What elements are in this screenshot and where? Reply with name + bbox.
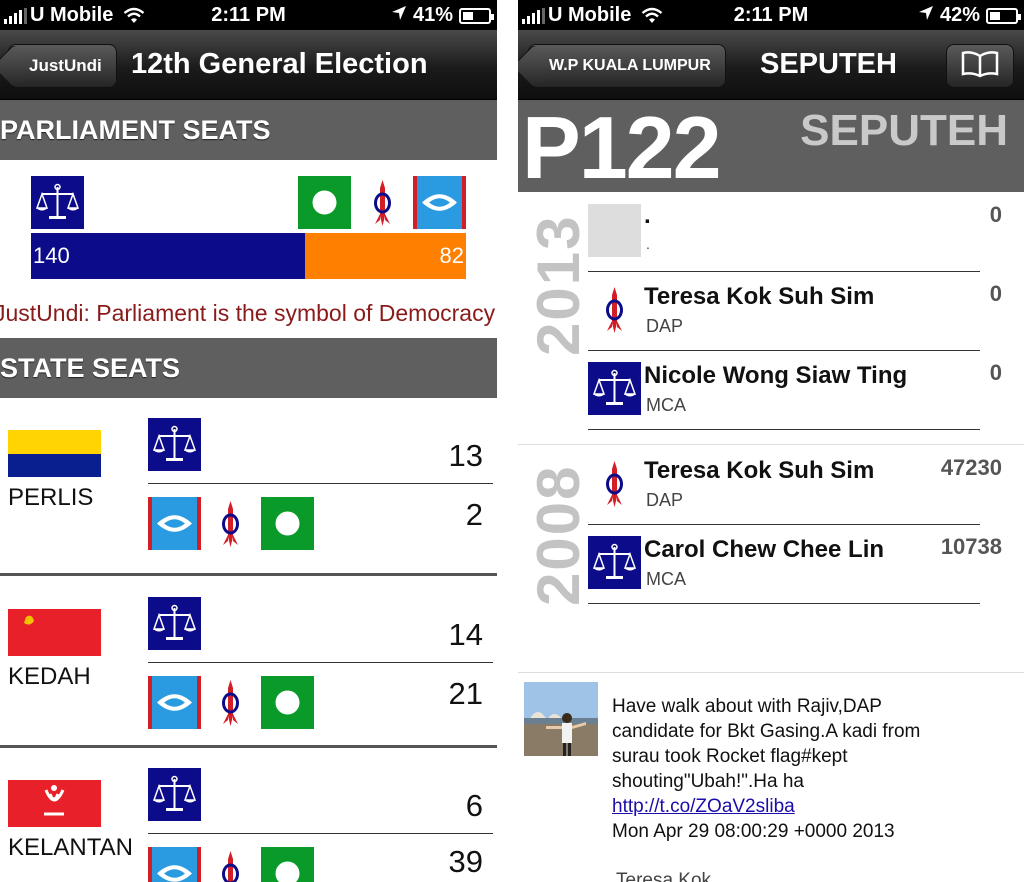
left-screen: U Mobile 2:11 PM 41% JustUndi 12th Gener… — [0, 0, 497, 882]
dap-rocket-icon — [588, 457, 641, 510]
candidate-name: Teresa Kok Suh Sim — [644, 457, 875, 484]
book-icon — [960, 50, 1000, 83]
pkr-eye-icon — [148, 497, 201, 550]
dap-rocket-icon — [204, 847, 257, 882]
news-ticker: JustUndi: Parliament is the symbol of De… — [0, 300, 496, 326]
candidate-row[interactable]: Teresa Kok Suh Sim DAP 0 — [588, 271, 1002, 351]
seat-header: P122 SEPUTEH — [518, 98, 1024, 197]
year-label: 2008 — [525, 464, 592, 606]
candidate-party: . — [646, 236, 650, 252]
bn-scales-icon — [588, 536, 641, 589]
candidate-party: DAP — [646, 316, 684, 336]
nav-bar: W.P KUALA LUMPUR SEPUTEH — [518, 30, 1024, 100]
bn-seats-bar: 140 — [31, 233, 306, 279]
pr-seat-count: 2 — [465, 497, 483, 532]
candidate-party: DAP — [646, 490, 684, 510]
dap-rocket-icon — [588, 283, 641, 336]
bn-scales-icon — [31, 176, 84, 229]
pas-moon-icon — [261, 847, 314, 882]
dap-rocket-icon — [204, 497, 257, 550]
candidate-votes: 10738 — [940, 534, 1002, 559]
bn-seat-count: 6 — [465, 788, 483, 823]
candidate-row[interactable]: . . 0 — [588, 192, 1002, 272]
state-row-kelantan[interactable]: KELANTAN 6 39 — [0, 750, 497, 882]
state-row-kedah[interactable]: KEDAH 14 21 — [0, 579, 497, 749]
candidate-party: MCA — [646, 395, 686, 415]
kedah-flag — [8, 609, 101, 656]
state-row-perlis[interactable]: PERLIS 13 2 — [0, 400, 497, 570]
seat-code: P122 — [522, 98, 722, 197]
tweet-author: Teresa Kok — [616, 870, 712, 882]
bn-seat-count: 14 — [448, 617, 483, 652]
location-arrow-icon — [391, 4, 407, 27]
candidate-row[interactable]: Carol Chew Chee Lin MCA 10738 — [588, 524, 1002, 604]
kelantan-flag — [8, 780, 101, 827]
pas-moon-icon — [261, 676, 314, 729]
status-bar: U Mobile 2:11 PM 42% — [518, 0, 1024, 30]
candidate-votes: 0 — [989, 281, 1002, 306]
pr-seat-count: 39 — [448, 844, 483, 879]
pas-moon-icon — [261, 497, 314, 550]
state-name: PERLIS — [8, 484, 94, 511]
bn-scales-icon — [148, 418, 201, 471]
pkr-eye-icon — [413, 176, 466, 229]
candidate-name: Carol Chew Chee Lin — [644, 536, 885, 563]
seat-name: SEPUTEH — [800, 106, 1008, 155]
candidate-votes: 0 — [989, 202, 1002, 227]
pr-seat-count: 21 — [448, 676, 483, 711]
battery-icon — [986, 7, 1021, 24]
book-button[interactable] — [946, 44, 1014, 88]
tweet-line: candidate for Bkt Gasing.A kadi from — [612, 721, 921, 742]
tweet-avatar[interactable] — [524, 682, 598, 756]
pas-moon-icon — [298, 176, 351, 229]
bn-scales-icon — [148, 597, 201, 650]
tweet-line: shouting"Ubah!".Ha ha — [612, 771, 805, 792]
tweet-body: Have walk about with Rajiv,DAP candidate… — [612, 694, 1012, 844]
right-screen: U Mobile 2:11 PM 42% W.P KUALA LUMPUR SE… — [518, 0, 1024, 882]
dap-rocket-icon — [356, 176, 409, 229]
location-arrow-icon — [918, 4, 934, 27]
perlis-flag — [8, 430, 101, 477]
tweet-link[interactable]: http://t.co/ZOaV2sliba — [612, 794, 1012, 819]
battery-percent: 42% — [939, 4, 980, 26]
nav-bar: JustUndi 12th General Election — [0, 30, 497, 100]
page-title: 12th General Election — [131, 48, 428, 80]
bn-seat-count: 13 — [448, 438, 483, 473]
candidate-party: MCA — [646, 569, 686, 589]
candidate-row[interactable]: Nicole Wong Siaw Ting MCA 0 — [588, 350, 1002, 430]
back-button[interactable]: JustUndi — [8, 44, 117, 88]
candidate-name: . — [644, 202, 651, 229]
page-title: SEPUTEH — [760, 48, 897, 80]
candidate-row[interactable]: Teresa Kok Suh Sim DAP 47230 — [588, 445, 1002, 525]
back-button[interactable]: W.P KUALA LUMPUR — [528, 44, 726, 88]
candidate-name: Teresa Kok Suh Sim — [644, 283, 875, 310]
dap-rocket-icon — [204, 676, 257, 729]
status-bar: U Mobile 2:11 PM 41% — [0, 0, 497, 30]
pkr-eye-icon — [148, 847, 201, 882]
battery-percent: 41% — [412, 4, 453, 26]
screenshot-divider — [497, 0, 518, 882]
state-name: KEDAH — [8, 663, 91, 690]
battery-icon — [459, 7, 494, 24]
pkr-eye-icon — [148, 676, 201, 729]
candidate-votes: 47230 — [940, 455, 1002, 480]
year-label: 2013 — [525, 214, 592, 356]
placeholder-avatar — [588, 204, 641, 257]
pr-seats-bar: 82 — [305, 233, 466, 279]
parliament-seat-bar: 140 82 — [31, 233, 466, 279]
tweet-date: Mon Apr 29 08:00:29 +0000 2013 — [612, 821, 895, 842]
tweet-line: Have walk about with Rajiv,DAP — [612, 696, 882, 717]
bn-scales-icon — [588, 362, 641, 415]
bn-scales-icon — [148, 768, 201, 821]
tweet-line: surau took Rocket flag#kept — [612, 746, 848, 767]
state-seats-header: STATE SEATS — [0, 338, 497, 398]
candidate-votes: 0 — [989, 360, 1002, 385]
candidate-name: Nicole Wong Siaw Ting — [644, 362, 908, 389]
parliament-seats-header: PARLIAMENT SEATS — [0, 100, 497, 160]
state-name: KELANTAN — [8, 834, 133, 861]
